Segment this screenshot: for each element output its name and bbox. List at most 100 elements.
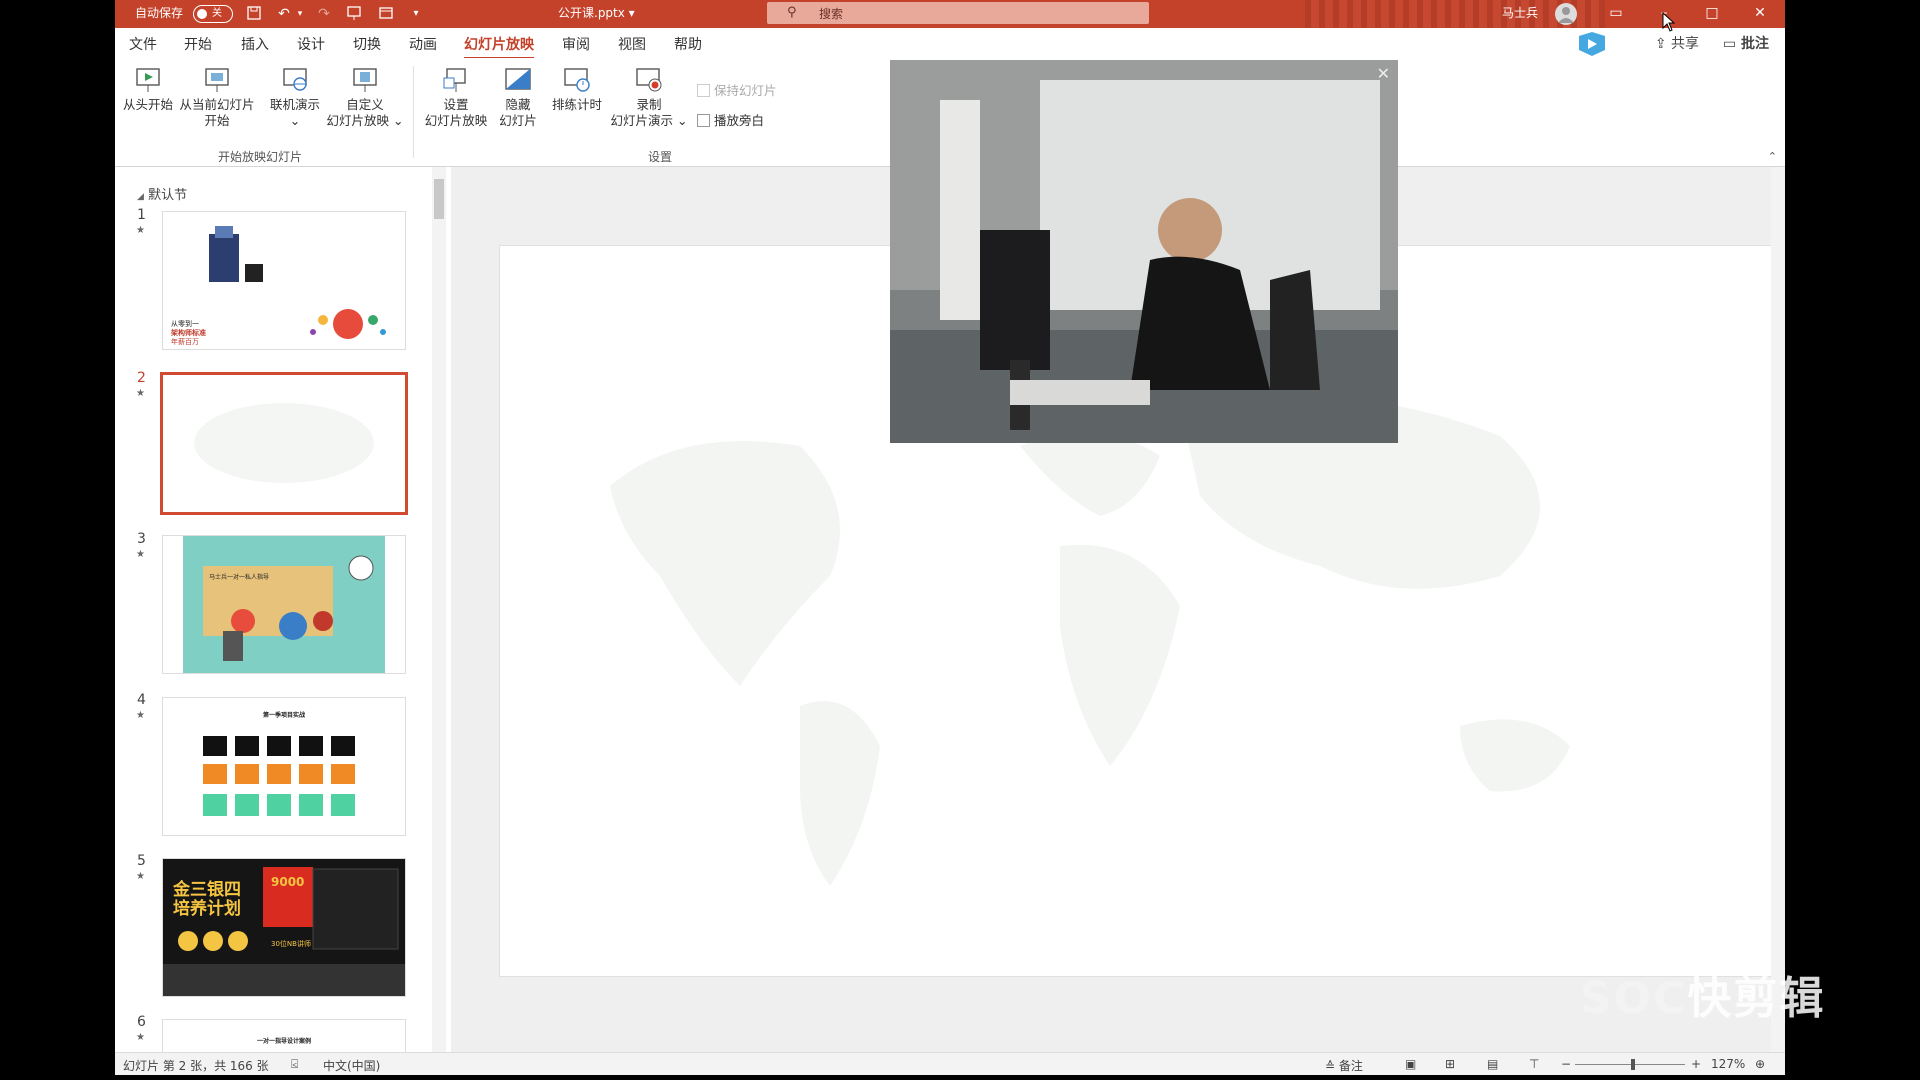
maximize-button[interactable]: □ — [1689, 0, 1735, 28]
ribbon-display-icon[interactable]: ▭ — [1593, 0, 1639, 28]
zoom-out-icon[interactable]: − — [1561, 1057, 1571, 1071]
tab-design[interactable]: 设计 — [297, 34, 325, 54]
custom-show-label-2: 幻灯片放映 ⌄ — [326, 113, 404, 128]
setup-slideshow-button[interactable]: 设置 幻灯片放映 — [421, 66, 491, 129]
undo-dropdown-icon[interactable]: ▾ — [291, 5, 309, 23]
rehearse-timings-label: 排练计时 — [551, 97, 602, 112]
section-header[interactable]: ◢ 默认节 — [137, 184, 187, 203]
from-current-button[interactable]: 从当前幻灯片 开始 — [177, 66, 257, 129]
tab-animations[interactable]: 动画 — [409, 34, 437, 54]
hide-slide-label-2: 幻灯片 — [499, 113, 537, 128]
powerpoint-window: 自动保存 关 ↶ ▾ ↷ ▾ 公开课.pptx ▾ ⚲ 马士兵 ▭ – □ — [115, 0, 1785, 1075]
setup-slideshow-icon — [443, 68, 466, 92]
tab-transitions[interactable]: 切换 — [353, 34, 381, 54]
present-online-label: 联机演示 — [269, 97, 320, 112]
slide-number: 2 — [137, 370, 146, 386]
normal-view-icon[interactable]: ▣ — [1405, 1057, 1416, 1071]
collapse-ribbon-icon[interactable]: ⌃ — [1768, 150, 1777, 163]
search-input[interactable] — [817, 4, 1121, 24]
notes-button[interactable]: ≙ 备注 — [1325, 1057, 1363, 1074]
slide-number: 3 — [137, 531, 146, 547]
tab-help[interactable]: 帮助 — [674, 34, 702, 54]
present-from-start-icon[interactable] — [345, 5, 363, 23]
close-video-icon[interactable]: ✕ — [1377, 64, 1390, 83]
group-start-slideshow-label: 开始放映幻灯片 — [218, 150, 303, 164]
redo-icon[interactable]: ↷ — [315, 5, 333, 23]
animation-star-icon: ★ — [136, 549, 145, 560]
group-separator — [413, 66, 414, 158]
tab-home[interactable]: 开始 — [184, 34, 212, 54]
zoom-level[interactable]: 127% — [1711, 1057, 1745, 1071]
presenter-camera-image — [890, 60, 1398, 443]
accessibility-icon[interactable]: ⍃ — [291, 1057, 298, 1072]
collapse-section-icon[interactable]: ◢ — [137, 192, 144, 202]
zoom-slider[interactable] — [1575, 1059, 1685, 1070]
zoom-in-icon[interactable]: + — [1691, 1057, 1701, 1071]
share-button[interactable]: ⇪ 共享 — [1655, 33, 1699, 53]
record-icon — [636, 68, 662, 92]
toggle-knob — [197, 9, 207, 19]
slide-thumbnail-3[interactable]: 马士兵一对一私人指导 — [162, 535, 406, 674]
watermark-text: 快剪辑 — [1687, 973, 1826, 1024]
slide-number: 4 — [137, 692, 146, 708]
record-slideshow-button[interactable]: 录制 幻灯片演示 ⌄ — [609, 66, 689, 129]
animation-star-icon: ★ — [136, 871, 145, 882]
close-button[interactable]: ✕ — [1737, 0, 1783, 28]
checkbox-box — [697, 114, 710, 127]
search-box[interactable]: ⚲ — [767, 2, 1149, 24]
slide-1-text-2: 架构师标准 — [171, 329, 206, 337]
slide-sorter-icon[interactable]: ⊞ — [1445, 1057, 1455, 1071]
from-beginning-label: 从头开始 — [123, 97, 174, 112]
slide-number: 1 — [137, 207, 146, 223]
rehearse-timings-button[interactable]: 排练计时 — [547, 66, 607, 113]
slide-thumbnail-5[interactable]: 金三银四 培养计划 9000 30位NB讲师 — [162, 858, 406, 997]
slideshow-view-icon[interactable]: ⊤ — [1529, 1057, 1539, 1071]
mouse-cursor-icon — [1662, 12, 1676, 32]
slide-thumbnails-panel: ◢ 默认节 1 ★ 从零到一 架构师标准 年薪百万 2 ★ 3 ★ 马士兵一对一… — [115, 167, 450, 1054]
file-name-text: 公开课.pptx — [558, 6, 625, 20]
animation-star-icon: ★ — [136, 710, 145, 721]
save-icon[interactable] — [245, 5, 263, 23]
play-slide-icon — [136, 68, 160, 92]
record-label-2: 幻灯片演示 ⌄ — [610, 113, 688, 128]
slide-4-title: 第一季项目实战 — [262, 712, 305, 719]
tab-insert[interactable]: 插入 — [241, 34, 269, 54]
present-online-button[interactable]: 联机演示 ⌄ — [265, 66, 325, 129]
tab-file[interactable]: 文件 — [129, 34, 157, 54]
slide-count: 幻灯片 第 2 张，共 166 张 — [123, 1059, 269, 1073]
tab-review[interactable]: 审阅 — [562, 34, 590, 54]
slide-thumbnail-4[interactable]: 第一季项目实战 — [162, 697, 406, 836]
search-icon: ⚲ — [787, 5, 797, 20]
custom-show-button[interactable]: 自定义 幻灯片放映 ⌄ — [325, 66, 405, 129]
customize-toolbar-icon[interactable]: ▾ — [407, 5, 425, 23]
editor-scrollbar[interactable] — [1771, 167, 1785, 1052]
comments-button[interactable]: ▭ 批注 — [1723, 33, 1769, 53]
from-beginning-button[interactable]: 从头开始 — [123, 66, 173, 113]
fit-to-window-icon[interactable]: ⊕ — [1755, 1057, 1765, 1071]
play-narrations-checkbox[interactable]: 播放旁白 — [697, 110, 764, 129]
slide-thumbnail-2[interactable] — [160, 372, 408, 515]
avatar[interactable] — [1555, 3, 1577, 25]
file-name[interactable]: 公开课.pptx ▾ — [558, 0, 635, 28]
scrollbar-thumb[interactable] — [434, 179, 444, 219]
custom-show-label: 自定义 — [346, 97, 384, 112]
keep-slides-checkbox[interactable]: 保持幻灯片 — [697, 80, 777, 99]
user-name[interactable]: 马士兵 — [1502, 0, 1538, 28]
slide-5-number: 9000 — [271, 875, 305, 889]
hide-slide-button[interactable]: 隐藏 幻灯片 — [493, 66, 543, 129]
slide-thumbnail-1[interactable]: 从零到一 架构师标准 年薪百万 — [162, 211, 406, 350]
autosave-toggle[interactable]: 关 — [193, 5, 233, 23]
status-bar: 幻灯片 第 2 张，共 166 张 ⍃ 中文(中国) ≙ 备注 ▣ ⊞ ▤ ⊤ … — [115, 1052, 1785, 1075]
thumbnails-scrollbar[interactable] — [432, 167, 446, 1052]
slide-thumbnail-6[interactable]: 一对一指导设计案例 — [162, 1019, 406, 1054]
comments-label: 批注 — [1741, 36, 1769, 52]
zoom-slider-thumb[interactable] — [1631, 1059, 1635, 1070]
language-indicator[interactable]: 中文(中国) — [323, 1057, 380, 1074]
present-online-dropdown: ⌄ — [289, 113, 301, 128]
hide-slide-label: 隐藏 — [505, 97, 531, 112]
frame-icon[interactable] — [377, 5, 395, 23]
camera-video-overlay[interactable]: ✕ — [890, 60, 1398, 443]
tab-slideshow[interactable]: 幻灯片放映 — [464, 34, 534, 60]
reading-view-icon[interactable]: ▤ — [1487, 1057, 1498, 1071]
tab-view[interactable]: 视图 — [618, 34, 646, 54]
